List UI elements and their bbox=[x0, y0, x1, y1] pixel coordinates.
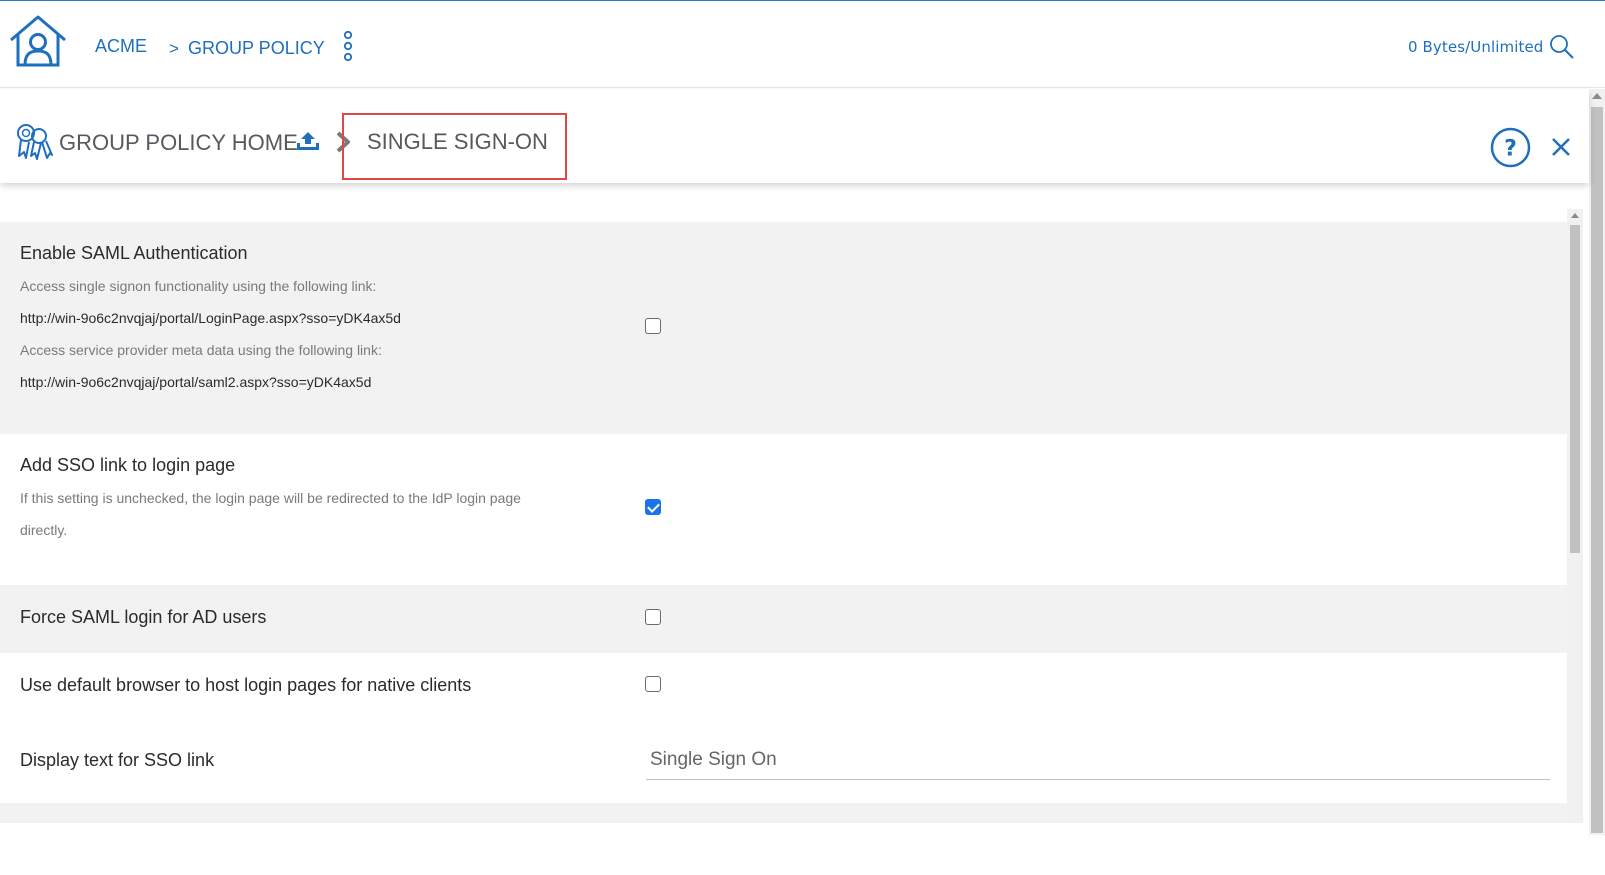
setting-description: Access service provider meta data using … bbox=[20, 342, 382, 358]
settings-scrollbar-thumb[interactable] bbox=[1570, 225, 1580, 553]
default-browser-checkbox[interactable] bbox=[645, 676, 661, 692]
settings-scroll-up-arrow[interactable] bbox=[1571, 213, 1579, 218]
setting-next-row bbox=[0, 803, 1567, 823]
setting-display-text: Display text for SSO link bbox=[0, 721, 1567, 803]
upload-icon[interactable] bbox=[296, 130, 320, 152]
top-bar: ACME > GROUP POLICY 0 Bytes/Unlimited bbox=[0, 0, 1605, 88]
setting-add-sso-link: Add SSO link to login page If this setti… bbox=[0, 434, 1567, 585]
setting-default-browser: Use default browser to host login pages … bbox=[0, 653, 1567, 721]
setting-description: directly. bbox=[20, 522, 68, 538]
svg-text:?: ? bbox=[1504, 137, 1517, 162]
setting-title: Display text for SSO link bbox=[20, 750, 215, 770]
settings-list: Enable SAML Authentication Access single… bbox=[0, 219, 1567, 823]
breadcrumb-separator: > bbox=[169, 39, 179, 58]
sso-login-link[interactable]: http://win-9o6c2nvqjaj/portal/LoginPage.… bbox=[20, 310, 401, 326]
storage-usage: 0 Bytes/Unlimited bbox=[1408, 38, 1544, 56]
setting-title: Enable SAML Authentication bbox=[20, 243, 248, 263]
setting-description: If this setting is unchecked, the login … bbox=[20, 490, 521, 506]
enable-saml-checkbox[interactable] bbox=[645, 318, 661, 334]
close-icon[interactable] bbox=[1551, 137, 1571, 157]
breadcrumb-acme[interactable]: ACME bbox=[95, 36, 147, 57]
page-scroll-up-arrow[interactable] bbox=[1592, 93, 1602, 99]
kebab-menu-icon[interactable] bbox=[343, 30, 353, 62]
sso-display-text-input[interactable] bbox=[646, 740, 1550, 780]
page-header: GROUP POLICY HOME SINGLE SIGN-ON ? bbox=[0, 89, 1589, 183]
group-policy-home-link[interactable]: GROUP POLICY HOME bbox=[59, 130, 298, 156]
add-sso-link-checkbox[interactable] bbox=[645, 499, 661, 515]
setting-description: Access single signon functionality using… bbox=[20, 278, 377, 294]
sp-metadata-link[interactable]: http://win-9o6c2nvqjaj/portal/saml2.aspx… bbox=[20, 374, 371, 390]
force-saml-checkbox[interactable] bbox=[645, 609, 661, 625]
setting-force-saml: Force SAML login for AD users bbox=[0, 585, 1567, 653]
help-icon[interactable]: ? bbox=[1490, 127, 1531, 168]
page-scrollbar-thumb[interactable] bbox=[1591, 107, 1603, 833]
setting-enable-saml: Enable SAML Authentication Access single… bbox=[0, 222, 1567, 434]
setting-title: Use default browser to host login pages … bbox=[20, 675, 472, 695]
search-icon[interactable] bbox=[1549, 34, 1575, 60]
group-policy-icon bbox=[17, 124, 53, 160]
breadcrumb-group-policy[interactable]: GROUP POLICY bbox=[188, 38, 325, 59]
setting-title: Add SSO link to login page bbox=[20, 455, 236, 475]
home-user-icon[interactable] bbox=[8, 13, 68, 69]
page-title: SINGLE SIGN-ON bbox=[367, 129, 548, 154]
setting-title: Force SAML login for AD users bbox=[20, 607, 267, 627]
